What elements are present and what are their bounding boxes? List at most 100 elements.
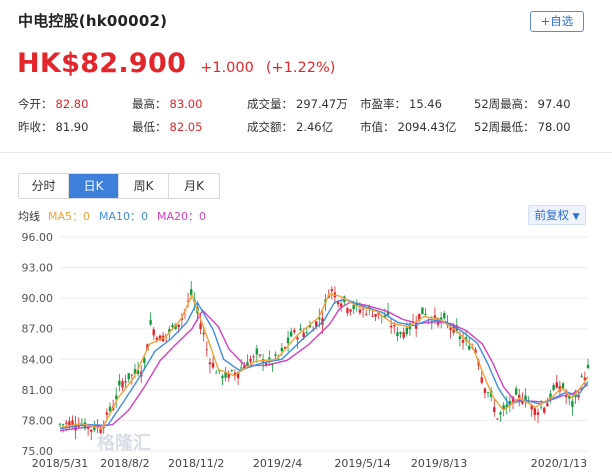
candle-body bbox=[143, 358, 146, 364]
tab-weekly-k[interactable]: 周K bbox=[119, 174, 169, 198]
stat-value: 83.00 bbox=[169, 97, 203, 111]
candle-body bbox=[108, 406, 112, 412]
candle-body bbox=[536, 412, 540, 415]
y-tick-label: 96.00 bbox=[22, 231, 54, 244]
candle-body bbox=[461, 340, 465, 343]
candle-body bbox=[480, 377, 483, 383]
y-tick-label: 78.00 bbox=[22, 414, 54, 427]
candle-body bbox=[374, 314, 377, 317]
x-tick-label: 2019/5/14 bbox=[334, 457, 390, 470]
candle-body bbox=[240, 367, 243, 369]
period-tabs: 分时 日K 周K 月K bbox=[18, 173, 220, 199]
stat-52w-low: 52周最低： 78.00 bbox=[474, 119, 571, 135]
stat-market-cap: 市值： 2094.43亿 bbox=[360, 119, 457, 135]
candle-body bbox=[255, 348, 259, 355]
candle-body bbox=[421, 307, 424, 315]
x-tick-label: 2020/1/13 bbox=[531, 457, 587, 470]
candle-body bbox=[127, 373, 130, 380]
candle-body bbox=[405, 327, 408, 335]
candle-body bbox=[496, 418, 499, 420]
price-adjust-dropdown[interactable]: 前复权 ▼ bbox=[528, 205, 586, 225]
candle-body bbox=[543, 407, 546, 413]
add-to-watchlist-button[interactable]: +自选 bbox=[530, 11, 584, 32]
stock-title: 中电控股(hk00002) bbox=[18, 12, 168, 30]
candle-body bbox=[539, 406, 543, 408]
stat-label: 市盈率： bbox=[360, 97, 406, 111]
stat-value: 2094.43亿 bbox=[397, 120, 457, 134]
candle-body bbox=[230, 370, 234, 372]
candle-body bbox=[124, 381, 127, 383]
candle-body bbox=[90, 429, 93, 432]
candle-body bbox=[199, 323, 202, 330]
y-tick-label: 90.00 bbox=[22, 292, 54, 305]
candle-body bbox=[299, 328, 302, 331]
candle-body bbox=[155, 337, 159, 340]
candle-body bbox=[402, 332, 405, 338]
candle-body bbox=[118, 380, 121, 386]
x-tick-label: 2018/8/2 bbox=[100, 457, 149, 470]
candle-body bbox=[371, 315, 374, 317]
candle-body bbox=[302, 332, 305, 338]
stat-value: 81.90 bbox=[55, 120, 89, 134]
candle-body bbox=[202, 332, 205, 335]
tab-daily-k[interactable]: 日K bbox=[69, 174, 119, 198]
candle-body bbox=[105, 412, 109, 415]
stat-high: 最高： 83.00 bbox=[132, 96, 202, 112]
candle-body bbox=[349, 309, 352, 312]
candle-body bbox=[346, 308, 349, 313]
stat-label: 最低： bbox=[132, 120, 167, 134]
stat-prev-close: 昨收： 81.90 bbox=[18, 119, 88, 135]
x-tick-label: 2018/11/2 bbox=[168, 457, 224, 470]
y-tick-label: 87.00 bbox=[22, 323, 54, 336]
price-row: HK$82.900 +1.000 (+1.22%) bbox=[17, 48, 335, 84]
candle-body bbox=[483, 388, 487, 393]
candle-body bbox=[296, 337, 299, 340]
stat-label: 昨收： bbox=[18, 120, 53, 134]
candle-body bbox=[205, 349, 209, 351]
candle-body bbox=[208, 362, 212, 365]
tab-intraday[interactable]: 分时 bbox=[19, 174, 69, 198]
ma10-line bbox=[59, 298, 589, 430]
ma20-legend: MA20：0 bbox=[157, 210, 207, 223]
y-tick-label: 84.00 bbox=[22, 353, 54, 366]
stat-value: 78.00 bbox=[537, 120, 571, 134]
stat-open: 今开： 82.80 bbox=[18, 96, 88, 112]
moving-average-legend: 均线 MA5：0 MA10：0 MA20：0 bbox=[18, 208, 215, 224]
stat-label: 今开： bbox=[18, 97, 53, 111]
candle-body bbox=[424, 313, 427, 315]
candle-body bbox=[580, 375, 583, 377]
adjust-label: 前复权 bbox=[534, 208, 569, 222]
candle-body bbox=[215, 372, 218, 374]
candle-body bbox=[330, 289, 334, 291]
candle-body bbox=[564, 396, 568, 398]
candle-body bbox=[274, 354, 277, 356]
tab-monthly-k[interactable]: 月K bbox=[169, 174, 219, 198]
y-tick-label: 93.00 bbox=[22, 262, 54, 275]
candle-body bbox=[249, 358, 252, 362]
candle-body bbox=[177, 324, 180, 328]
candle-body bbox=[499, 412, 502, 415]
candle-body bbox=[268, 357, 271, 360]
stat-volume: 成交量： 297.47万 bbox=[247, 96, 348, 112]
x-tick-label: 2019/2/4 bbox=[253, 457, 302, 470]
candle-body bbox=[399, 332, 402, 334]
candle-body bbox=[533, 408, 537, 415]
stat-label: 52周最低： bbox=[474, 120, 535, 134]
candle-body bbox=[571, 401, 574, 407]
stat-pe: 市盈率： 15.46 bbox=[360, 96, 442, 112]
candle-body bbox=[546, 403, 549, 407]
stat-value: 297.47万 bbox=[296, 97, 348, 111]
candle-body bbox=[552, 385, 555, 391]
candle-body bbox=[396, 332, 399, 337]
candle-body bbox=[152, 329, 155, 336]
stat-turnover: 成交额： 2.46亿 bbox=[247, 119, 333, 135]
ma5-legend: MA5：0 bbox=[48, 210, 91, 223]
candle-body bbox=[149, 320, 152, 325]
stat-label: 最高： bbox=[132, 97, 167, 111]
candle-body bbox=[289, 331, 293, 337]
candle-body bbox=[286, 337, 290, 344]
watermark-logo: 格隆汇 bbox=[97, 432, 151, 454]
candle-body bbox=[252, 356, 255, 358]
kline-chart[interactable]: 96.0093.0090.0087.0084.0081.0078.0075.00… bbox=[0, 224, 612, 474]
candle-body bbox=[121, 381, 124, 388]
